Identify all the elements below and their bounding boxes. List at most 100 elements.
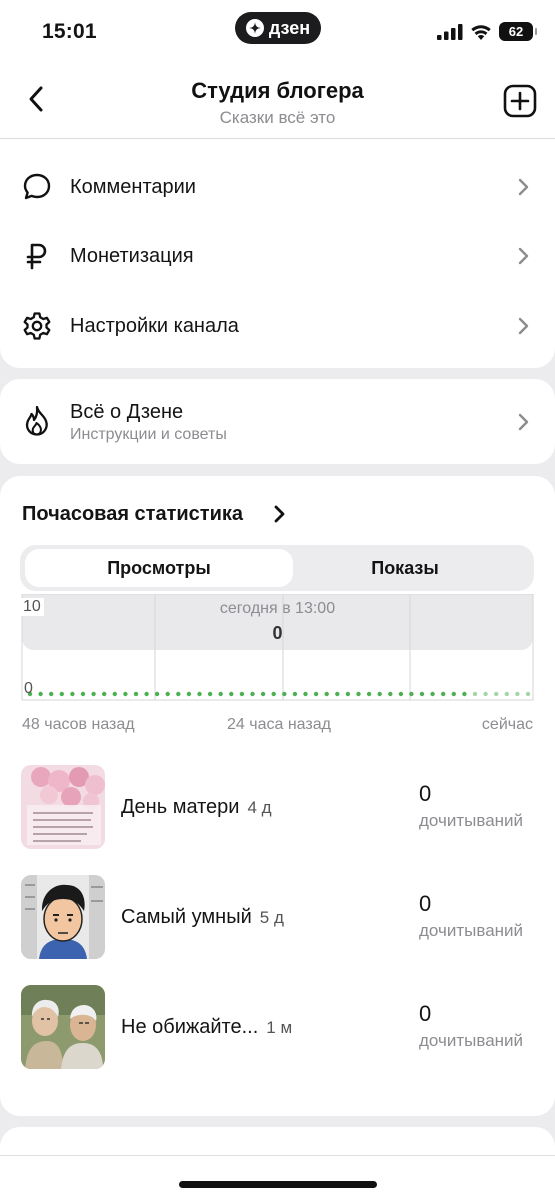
add-post-button[interactable] [503, 84, 537, 118]
plus-square-icon [503, 84, 537, 118]
chart-point [419, 691, 425, 697]
chart-point [388, 691, 393, 697]
chevron-right-icon [518, 413, 529, 431]
article-read-count: 0 [419, 1001, 432, 1026]
cellular-signal-icon [437, 23, 463, 40]
chart-point [38, 691, 43, 697]
article-row[interactable]: День матери 4 д 0 дочитываний [0, 765, 555, 849]
article-title-wrap: День матери 4 д [121, 796, 272, 819]
article-read-caption: дочитываний [419, 921, 524, 940]
next-card [0, 1127, 555, 1200]
status-icons: 62 [437, 22, 537, 41]
article-row[interactable]: Самый умный 5 д 0 дочитываний [0, 875, 555, 959]
flame-icon [22, 405, 52, 437]
battery-level: 62 [508, 24, 524, 39]
chart-point [451, 691, 456, 697]
chart-y-tick-min: 0 [24, 680, 33, 697]
chart-point [70, 691, 75, 697]
divider [0, 1155, 555, 1156]
chart-point [102, 691, 107, 697]
menu-item-label: Монетизация [70, 244, 194, 267]
chart-x-label: 24 часа назад [227, 716, 331, 733]
dzen-logo-icon [245, 19, 264, 37]
chart-point [398, 691, 404, 697]
menu-item-channel-settings[interactable]: Настройки канала [0, 296, 555, 356]
dzen-pill[interactable]: дзен [235, 12, 321, 44]
article-thumbnail [21, 875, 105, 959]
menu-item-label: Настройки канала [70, 314, 239, 337]
chart-point [324, 691, 329, 697]
article-title-wrap: Самый умный 5 д [121, 906, 284, 929]
menu-item-comments[interactable]: Комментарии [0, 157, 555, 217]
chart-point [282, 691, 287, 697]
chart-point [165, 691, 170, 697]
chart-point [494, 691, 499, 697]
chart-point [176, 691, 181, 697]
battery-indicator: 62 [499, 22, 537, 41]
chart-point [186, 691, 192, 697]
chart-point [472, 691, 478, 697]
chart-point [229, 691, 234, 697]
dzen-pill-label: дзен [268, 17, 311, 38]
chevron-right-icon[interactable] [272, 504, 286, 524]
chevron-right-icon [518, 317, 529, 335]
page-title: Студия блогера [191, 78, 364, 103]
chart-point [525, 691, 531, 697]
chart-point [197, 691, 202, 697]
chart-point [356, 691, 361, 697]
chart-series [27, 691, 531, 697]
chevron-right-icon [518, 178, 529, 196]
about-subtitle: Инструкции и советы [70, 426, 227, 443]
article-title: Самый умный [121, 906, 252, 928]
stats-tab-switch: Просмотры Показы [20, 545, 534, 591]
article-title: Не обижайте... [121, 1016, 259, 1038]
chart-point [59, 691, 64, 697]
chart-point [409, 691, 414, 697]
chart-point [123, 691, 128, 697]
comment-icon [22, 172, 52, 202]
chart-point [144, 691, 149, 697]
chart-point [345, 691, 351, 697]
tab-impressions[interactable]: Показы [278, 549, 532, 587]
home-indicator[interactable] [179, 1181, 377, 1188]
article-thumbnail [21, 765, 105, 849]
chart-point [49, 691, 54, 697]
chart-point [313, 691, 319, 697]
chart-y-tick-max: 10 [20, 598, 44, 616]
ruble-icon [22, 241, 52, 271]
article-read-count: 0 [419, 891, 432, 916]
header: Студия блогера Сказки всё это [0, 66, 555, 139]
menu-item-monetization[interactable]: Монетизация [0, 226, 555, 286]
article-age: 5 д [259, 908, 284, 927]
chart-point [218, 691, 223, 697]
stats-title[interactable]: Почасовая статистика [22, 503, 243, 526]
chart-point [483, 691, 488, 697]
about-dzen-card[interactable]: Всё о Дзене Инструкции и советы [0, 379, 555, 464]
wifi-icon [471, 24, 491, 40]
chart-point [260, 691, 266, 697]
article-read-caption: дочитываний [419, 811, 524, 830]
chart-x-label: 48 часов назад [22, 716, 135, 733]
chart-point [133, 691, 139, 697]
chart-point [271, 691, 276, 697]
chart-point [250, 691, 255, 697]
article-age: 1 м [266, 1018, 293, 1037]
chart-point [112, 691, 118, 697]
article-thumbnail [21, 985, 105, 1069]
tab-views[interactable]: Просмотры [25, 549, 293, 587]
gear-icon [22, 311, 52, 341]
chart-point [303, 691, 308, 697]
article-title: День матери [121, 796, 240, 818]
article-title-wrap: Не обижайте... 1 м [121, 1016, 292, 1039]
chart-point [91, 691, 96, 697]
page-subtitle: Сказки всё это [219, 108, 336, 127]
chart-point [207, 691, 213, 697]
chart-plot-border [21, 594, 534, 701]
about-title: Всё о Дзене [70, 401, 184, 423]
chart-point [504, 691, 509, 697]
article-row[interactable]: Не обижайте... 1 м 0 дочитываний [0, 985, 555, 1069]
menu-item-label: Комментарии [70, 175, 196, 198]
chart-point [80, 691, 86, 697]
article-read-count: 0 [419, 781, 432, 806]
chart-point [441, 691, 446, 697]
